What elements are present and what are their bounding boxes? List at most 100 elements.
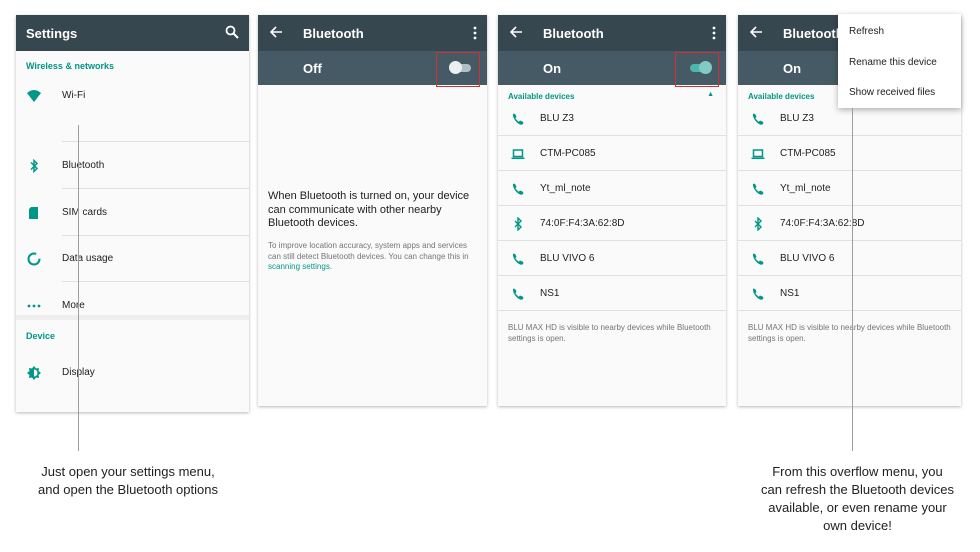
device-name: CTM-PC085 [540,148,596,159]
scanning-indicator-icon: ▲ [707,91,714,98]
bluetooth-off-message: When Bluetooth is turned on, your device… [268,190,470,229]
scanning-note-end: . [329,262,333,271]
settings-app-bar: Settings [16,15,249,51]
device-name: NS1 [540,288,560,299]
phone-icon [752,183,764,195]
device-item[interactable]: CTM-PC085 [498,136,726,171]
device-item[interactable]: BLU VIVO 6 [738,241,961,276]
wireless-networks-card: Wireless & networks Wi-Fi Bluetooth SIM … [16,51,249,315]
bluetooth-switch-bar: Off [258,51,487,87]
bluetooth-state-label: Off [303,61,322,76]
divider [738,310,961,311]
device-item[interactable]: 74:0F:F4:3A:62:8D [498,206,726,241]
available-devices-header: Available devices [748,92,815,101]
laptop-icon [511,149,525,159]
callout-line-right [852,108,853,451]
device-name: BLU Z3 [780,113,814,124]
highlight-box [436,52,480,87]
search-icon[interactable] [225,25,239,39]
device-item[interactable]: BLU Z3 [498,101,726,136]
device-name: BLU VIVO 6 [780,253,835,264]
bluetooth-app-bar: Bluetooth [258,15,487,51]
visibility-note: BLU MAX HD is visible to nearby devices … [748,323,951,343]
settings-item-display[interactable]: Display [16,350,249,396]
back-arrow-icon[interactable] [269,25,283,39]
settings-item-wifi[interactable]: Wi-Fi [16,73,249,119]
phone-icon [512,288,524,300]
bluetooth-state-label: On [543,61,562,76]
display-brightness-icon [27,366,41,380]
sim-card-icon [29,207,38,219]
device-item[interactable]: Yt_ml_note [738,171,961,206]
device-name: 74:0F:F4:3A:62:8D [540,218,625,229]
device-name: BLU VIVO 6 [540,253,595,264]
device-card: Device Display [16,320,249,412]
laptop-icon [751,149,765,159]
phone-icon [512,253,524,265]
overflow-menu: Refresh Rename this device Show received… [838,14,961,108]
caption-left: Just open your settings menu, and open t… [38,464,218,497]
scanning-note: To improve location accuracy, system app… [268,241,480,273]
device-name: Yt_ml_note [780,183,831,194]
phone-icon [752,113,764,125]
bluetooth-icon [514,217,522,231]
highlight-box [675,52,719,87]
bluetooth-icon [30,158,39,174]
phone-icon [752,288,764,300]
section-header-device: Device [26,331,56,341]
back-arrow-icon[interactable] [749,25,763,39]
settings-item-label: Wi-Fi [62,90,86,101]
divider [62,141,249,142]
settings-item-sim-cards[interactable]: SIM cards [16,190,249,236]
settings-item-label: Data usage [62,253,114,264]
divider [498,310,726,311]
overflow-menu-icon[interactable] [710,26,718,40]
divider [62,188,249,189]
device-item[interactable]: BLU VIVO 6 [498,241,726,276]
phone-icon [752,253,764,265]
device-item[interactable]: 74:0F:F4:3A:62:8D [738,206,961,241]
settings-item-label: Bluetooth [62,160,105,171]
device-item[interactable]: NS1 [738,276,961,311]
divider [62,281,249,282]
scanning-note-text: To improve location accuracy, system app… [268,241,469,261]
device-name: CTM-PC085 [780,148,836,159]
device-name: BLU Z3 [540,113,574,124]
overflow-menu-icon[interactable] [471,26,479,40]
menu-item-refresh[interactable]: Refresh [849,26,884,37]
menu-item-show-received-files[interactable]: Show received files [849,87,935,98]
back-arrow-icon[interactable] [509,25,523,39]
settings-item-data-usage[interactable]: Data usage [16,236,249,282]
device-name: NS1 [780,288,800,299]
bluetooth-title: Bluetooth [783,25,844,41]
data-usage-icon [27,252,41,266]
bluetooth-state-label: On [783,61,802,76]
device-name: Yt_ml_note [540,183,591,194]
bluetooth-switch-bar: On [498,51,726,87]
scanning-settings-link[interactable]: scanning settings [268,262,330,271]
device-item[interactable]: NS1 [498,276,726,311]
settings-item-label: SIM cards [62,207,108,218]
device-item[interactable]: Yt_ml_note [498,171,726,206]
bluetooth-icon [754,217,762,231]
section-header-wireless: Wireless & networks [26,61,114,71]
settings-title: Settings [26,25,78,41]
menu-item-rename-device[interactable]: Rename this device [849,57,937,68]
visibility-note: BLU MAX HD is visible to nearby devices … [508,323,711,343]
bluetooth-title: Bluetooth [303,25,364,41]
bluetooth-menu-screen: Bluetooth On Available devices BLU Z3 CT… [738,14,961,406]
settings-item-bluetooth[interactable]: Bluetooth [16,143,249,189]
more-dots-icon [27,304,41,308]
settings-item-label: More [62,300,85,311]
settings-screen: Settings Wireless & networks Wi-Fi Bluet… [16,15,249,412]
phone-icon [512,183,524,195]
wifi-icon [27,90,41,102]
phone-icon [512,113,524,125]
device-item[interactable]: CTM-PC085 [738,136,961,171]
bluetooth-off-screen: Bluetooth Off When Bluetooth is turned o… [258,15,487,406]
caption-right: From this overflow menu, you can refresh… [761,464,954,533]
bluetooth-title: Bluetooth [543,25,604,41]
callout-line-left [78,125,79,451]
bluetooth-on-screen: Bluetooth On Available devices ▲ BLU Z3 … [498,15,726,406]
bluetooth-app-bar: Bluetooth [498,15,726,51]
